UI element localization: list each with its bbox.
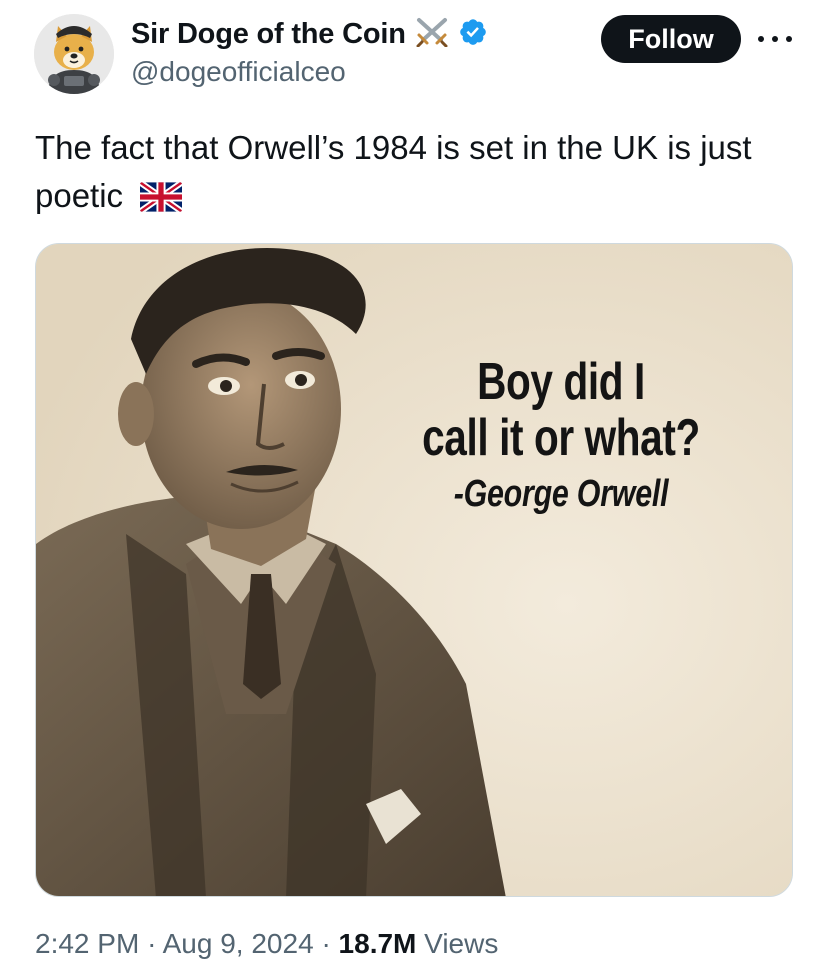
tweet-text: The fact that Orwell’s 1984 is set in th… bbox=[35, 124, 805, 225]
verified-badge-icon[interactable] bbox=[458, 17, 488, 52]
more-options-icon[interactable] bbox=[758, 24, 792, 54]
views-count[interactable]: 18.7M bbox=[339, 928, 417, 959]
crossed-swords-icon bbox=[414, 17, 450, 52]
author-avatar[interactable] bbox=[34, 14, 114, 94]
quote-line-1: Boy did I bbox=[477, 353, 645, 411]
views-label: Views bbox=[424, 928, 499, 959]
orwell-portrait-illustration bbox=[36, 244, 792, 896]
more-dot bbox=[758, 36, 764, 42]
meta-separator: · bbox=[147, 928, 157, 959]
doge-knight-avatar bbox=[34, 14, 114, 94]
quote-author: -George Orwell bbox=[453, 473, 669, 515]
quote-line-2: call it or what? bbox=[422, 409, 700, 467]
more-dot bbox=[786, 36, 792, 42]
tweet-card: Sir Doge of the Coin @dogeofficialceo Fo… bbox=[0, 0, 828, 980]
uk-flag-icon bbox=[140, 177, 183, 225]
follow-button[interactable]: Follow bbox=[601, 15, 741, 63]
author-display-name[interactable]: Sir Doge of the Coin bbox=[131, 18, 406, 51]
tweet-time[interactable]: 2:42 PM bbox=[35, 928, 139, 959]
author-handle[interactable]: @dogeofficialceo bbox=[131, 56, 346, 88]
tweet-date[interactable]: Aug 9, 2024 bbox=[163, 928, 314, 959]
image-quote: Boy did I call it or what? -George Orwel… bbox=[366, 354, 756, 520]
more-dot bbox=[772, 36, 778, 42]
meta-separator: · bbox=[321, 928, 331, 959]
tweet-meta: 2:42 PM · Aug 9, 2024 · 18.7M Views bbox=[35, 928, 498, 960]
tweet-media-image[interactable]: Boy did I call it or what? -George Orwel… bbox=[35, 243, 793, 897]
author-name-row: Sir Doge of the Coin bbox=[131, 16, 488, 52]
